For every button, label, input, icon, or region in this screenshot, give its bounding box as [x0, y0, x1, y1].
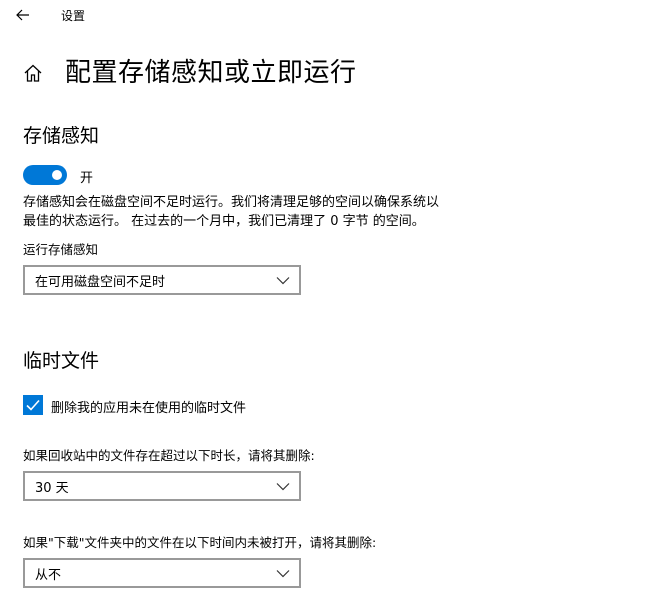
- checkmark-icon: [26, 399, 40, 411]
- storage-sense-toggle[interactable]: [23, 165, 67, 185]
- dropdown-value: 在可用磁盘空间不足时: [35, 274, 166, 290]
- downloads-folder-label: 如果"下载"文件夹中的文件在以下时间内未被打开，请将其删除:: [23, 535, 377, 550]
- storage-sense-description: 存储感知会在磁盘空间不足时运行。我们将清理足够的空间以确保系统以 最佳的状态运行…: [23, 193, 483, 231]
- chevron-down-icon: [276, 483, 290, 491]
- delete-temp-files-checkbox[interactable]: [23, 395, 43, 415]
- toggle-knob: [52, 170, 62, 180]
- recycle-bin-dropdown[interactable]: 30 天: [23, 471, 301, 501]
- delete-temp-files-label: 删除我的应用未在使用的临时文件: [51, 401, 247, 416]
- dropdown-value: 30 天: [35, 480, 69, 496]
- home-icon: [24, 64, 42, 82]
- recycle-bin-label: 如果回收站中的文件存在超过以下时长，请将其删除:: [23, 448, 315, 463]
- chevron-down-icon: [276, 277, 290, 285]
- back-button[interactable]: [8, 2, 38, 28]
- description-line-2: 最佳的状态运行。 在过去的一个月中，我们已清理了 0 字节 的空间。: [23, 214, 425, 229]
- home-button[interactable]: [20, 60, 46, 86]
- back-arrow-icon: [16, 9, 29, 21]
- downloads-folder-dropdown[interactable]: 从不: [23, 558, 301, 588]
- description-line-1: 存储感知会在磁盘空间不足时运行。我们将清理足够的空间以确保系统以: [23, 195, 440, 210]
- run-storage-sense-label: 运行存储感知: [23, 242, 99, 257]
- page-title: 配置存储感知或立即运行: [65, 58, 357, 88]
- temp-files-heading: 临时文件: [23, 350, 100, 372]
- chevron-down-icon: [276, 570, 290, 578]
- dropdown-value: 从不: [35, 567, 62, 583]
- window-title: 设置: [61, 9, 86, 23]
- run-storage-sense-dropdown[interactable]: 在可用磁盘空间不足时: [23, 265, 301, 295]
- toggle-state-label: 开: [80, 171, 94, 186]
- storage-sense-heading: 存储感知: [23, 125, 100, 147]
